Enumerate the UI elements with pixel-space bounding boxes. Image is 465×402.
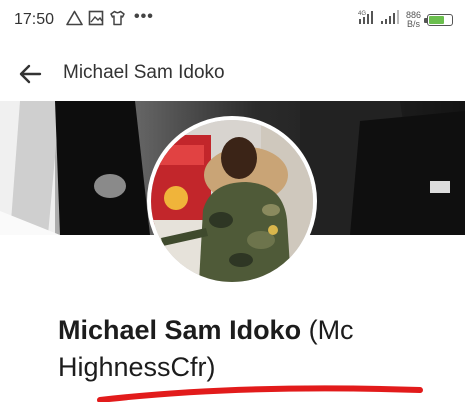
status-time: 17:50 <box>14 11 55 28</box>
more-dots-icon: ••• <box>134 8 154 25</box>
profile-avatar[interactable] <box>147 116 317 286</box>
speed-unit: B/s <box>406 18 420 29</box>
profile-name: Michael Sam Idoko (Mc HighnessCfr) <box>58 312 453 386</box>
tshirt-icon <box>109 10 126 26</box>
red-annotation-underline <box>97 385 423 402</box>
profile-name-primary: Michael Sam Idoko <box>58 315 302 345</box>
app-bar: Michael Sam Idoko <box>0 48 465 100</box>
notification-icons <box>66 10 126 26</box>
wifi-signal-icon: 4G <box>358 9 374 30</box>
cell-signal-icon <box>380 10 400 29</box>
network-speed: 886 B/s <box>406 10 421 29</box>
back-button[interactable] <box>14 58 46 90</box>
image-icon <box>88 10 104 26</box>
battery-icon <box>424 13 453 26</box>
battery-level <box>429 15 445 24</box>
page-title: Michael Sam Idoko <box>63 62 225 83</box>
warning-icon <box>66 10 83 26</box>
arrow-left-icon <box>19 64 42 84</box>
status-right: 4G 886 B/s <box>358 9 453 30</box>
svg-text:4G: 4G <box>358 11 366 17</box>
status-bar: 17:50 ••• 4G 886 B/s <box>0 0 465 40</box>
